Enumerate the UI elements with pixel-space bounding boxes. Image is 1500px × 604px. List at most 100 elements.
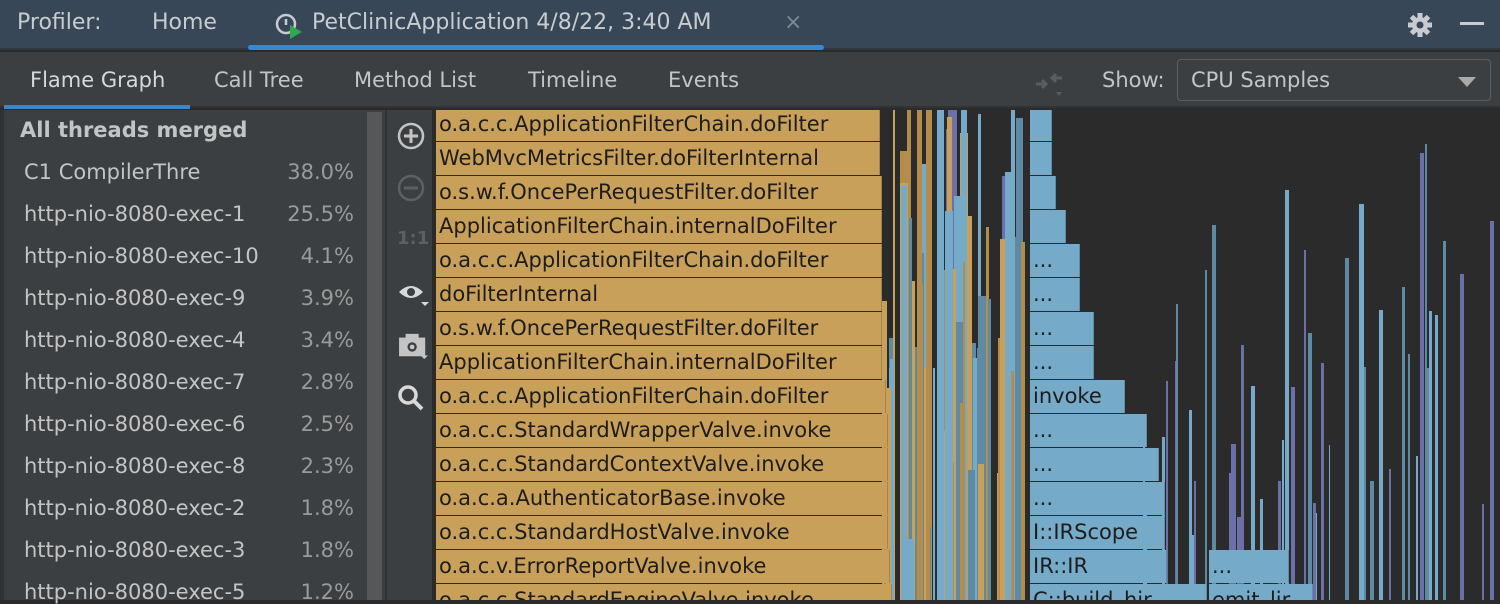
flame-frame-native[interactable]: I::IRScope xyxy=(1030,516,1165,549)
actual-size-icon[interactable]: 1:1 xyxy=(397,228,429,249)
flame-frame-thin[interactable] xyxy=(977,464,984,600)
camera-icon[interactable] xyxy=(397,332,431,360)
flame-frame-native[interactable]: IR::IR xyxy=(1030,550,1167,583)
flame-frame-thin[interactable] xyxy=(1419,152,1425,600)
flame-frame-thin[interactable] xyxy=(1481,504,1484,600)
thread-item[interactable]: http-nio-8080-exec-10 4.1% xyxy=(24,244,354,268)
flame-frame-thin[interactable] xyxy=(1320,362,1325,600)
flame-frame-thin[interactable] xyxy=(1010,371,1014,600)
flame-frame-thin[interactable] xyxy=(1363,367,1367,600)
zoom-in-icon[interactable] xyxy=(397,122,425,150)
flame-frame-thin[interactable] xyxy=(1005,172,1011,600)
flame-frame-java[interactable]: ApplicationFilterChain.internalDoFilter xyxy=(436,346,882,379)
gear-icon[interactable] xyxy=(1407,12,1433,38)
thread-item[interactable]: http-nio-8080-exec-9 3.9% xyxy=(24,286,354,310)
flame-frame-thin[interactable] xyxy=(1408,354,1411,600)
thread-list-scrollbar[interactable] xyxy=(367,112,382,600)
flame-frame-thin[interactable] xyxy=(1489,220,1495,600)
tab-flame-graph[interactable]: Flame Graph xyxy=(30,68,165,92)
flame-frame-thin[interactable] xyxy=(1307,333,1313,600)
thread-item[interactable]: http-nio-8080-exec-3 1.8% xyxy=(24,538,354,562)
flame-frame-thin[interactable] xyxy=(1359,203,1364,600)
flame-frame-thin[interactable] xyxy=(1188,409,1192,600)
tab-events[interactable]: Events xyxy=(668,68,739,92)
flame-frame-native[interactable] xyxy=(1030,176,1056,209)
flame-frame-thin[interactable] xyxy=(1344,257,1349,600)
flame-frame-java[interactable]: o.a.c.c.StandardWrapperValve.invoke xyxy=(436,414,888,447)
flame-frame-native[interactable]: ... xyxy=(1030,312,1094,345)
flame-frame-java[interactable]: doFilterInternal xyxy=(436,278,882,311)
show-dropdown[interactable]: CPU Samples xyxy=(1177,59,1491,101)
flame-frame-thin[interactable] xyxy=(1415,456,1419,600)
flame-frame-java[interactable]: o.a.c.a.AuthenticatorBase.invoke xyxy=(436,482,888,515)
flame-frame-java[interactable]: ApplicationFilterChain.internalDoFilter xyxy=(436,210,882,243)
tab-session[interactable]: PetClinicApplication 4/8/22, 3:40 AM xyxy=(312,10,712,35)
flame-frame-native[interactable]: ... xyxy=(1030,346,1094,379)
zoom-out-icon[interactable] xyxy=(397,174,425,202)
flame-frame-thin[interactable] xyxy=(1176,304,1179,600)
flame-frame-native[interactable] xyxy=(1030,142,1052,175)
flame-frame-native[interactable] xyxy=(1030,110,1052,141)
flame-frame-thin[interactable] xyxy=(1304,250,1307,600)
flame-frame-thin[interactable] xyxy=(1378,309,1383,600)
thread-item[interactable]: http-nio-8080-exec-4 3.4% xyxy=(24,328,354,352)
flame-frame-native[interactable]: ... xyxy=(1030,448,1159,481)
flame-frame-native[interactable] xyxy=(1030,210,1066,243)
tab-home[interactable]: Home xyxy=(152,10,217,35)
flame-frame-native[interactable]: C::build_hir xyxy=(1030,584,1207,600)
flame-frame-thin[interactable] xyxy=(936,110,944,600)
thread-item[interactable]: http-nio-8080-exec-8 2.3% xyxy=(24,454,354,478)
flame-frame-thin[interactable] xyxy=(1021,241,1026,600)
thread-item[interactable]: http-nio-8080-exec-5 1.2% xyxy=(24,580,354,604)
flame-frame-thin[interactable] xyxy=(929,526,932,600)
tab-timeline[interactable]: Timeline xyxy=(528,68,617,92)
close-tab-icon[interactable]: × xyxy=(784,10,802,35)
flame-frame-thin[interactable] xyxy=(1389,469,1391,600)
tab-method-list[interactable]: Method List xyxy=(354,68,476,92)
flame-frame-thin[interactable] xyxy=(962,262,965,600)
flame-frame-java[interactable]: o.a.c.c.ApplicationFilterChain.doFilter xyxy=(436,110,880,141)
minimize-icon[interactable] xyxy=(1460,22,1484,25)
flame-frame-thin[interactable] xyxy=(1291,386,1296,600)
flame-frame-native[interactable]: ... xyxy=(1209,550,1289,583)
flame-frame-thin[interactable] xyxy=(1369,481,1375,600)
thread-item[interactable]: http-nio-8080-exec-2 1.8% xyxy=(24,496,354,520)
flame-frame-thin[interactable] xyxy=(1425,143,1427,600)
flame-frame-java[interactable]: o.a.c.c.ApplicationFilterChain.doFilter xyxy=(436,244,882,277)
flame-frame-native[interactable]: emit_lir xyxy=(1209,584,1313,600)
tab-call-tree[interactable]: Call Tree xyxy=(214,68,304,92)
flame-frame-thin[interactable] xyxy=(1329,444,1331,600)
flame-frame-java[interactable]: o.a.c.v.ErrorReportValve.invoke xyxy=(436,550,890,583)
flame-frame-java[interactable]: o.a.c.c.StandardEngineValve.invoke xyxy=(436,584,892,600)
flame-frame-java[interactable]: WebMvcMetricsFilter.doFilterInternal xyxy=(436,142,880,175)
flame-frame-java[interactable]: o.a.c.c.ApplicationFilterChain.doFilter xyxy=(436,380,886,413)
flame-frame-thin[interactable] xyxy=(1442,241,1447,600)
thread-item[interactable]: C1 CompilerThre 38.0% xyxy=(24,160,354,184)
flame-frame-thin[interactable] xyxy=(932,368,935,600)
flame-frame-thin[interactable] xyxy=(988,298,992,600)
compare-icon[interactable] xyxy=(1032,66,1068,100)
flame-frame-thin[interactable] xyxy=(1205,270,1208,600)
flame-frame-native[interactable]: ... xyxy=(1030,414,1147,447)
flame-frame-thin[interactable] xyxy=(1428,310,1432,600)
flame-frame-thin[interactable] xyxy=(944,211,954,600)
thread-item[interactable]: http-nio-8080-exec-6 2.5% xyxy=(24,412,354,436)
flame-frame-thin[interactable] xyxy=(1284,190,1289,600)
flame-frame-thin[interactable] xyxy=(917,284,923,600)
flame-frame-thin[interactable] xyxy=(968,469,975,600)
thread-item[interactable]: http-nio-8080-exec-1 25.5% xyxy=(24,202,354,226)
flame-graph[interactable]: o.a.c.c.ApplicationFilterChain.doFilter W… xyxy=(432,110,1500,600)
flame-frame-thin[interactable] xyxy=(1402,286,1405,600)
flame-frame-thin[interactable] xyxy=(1315,513,1318,600)
thread-all-merged[interactable]: All threads merged xyxy=(20,118,247,142)
flame-frame-native[interactable]: invoke xyxy=(1030,380,1125,413)
flame-frame-native[interactable]: ... xyxy=(1030,482,1165,515)
search-icon[interactable] xyxy=(397,384,425,412)
flame-frame-thin[interactable] xyxy=(1435,315,1438,600)
flame-frame-thin[interactable] xyxy=(906,538,914,600)
thread-item[interactable]: http-nio-8080-exec-7 2.8% xyxy=(24,370,354,394)
flame-frame-native[interactable]: ... xyxy=(1030,244,1080,277)
flame-frame-native[interactable]: ... xyxy=(1030,278,1080,311)
flame-frame-java[interactable]: o.a.c.c.StandardContextValve.invoke xyxy=(436,448,888,481)
flame-frame-thin[interactable] xyxy=(1459,273,1464,600)
